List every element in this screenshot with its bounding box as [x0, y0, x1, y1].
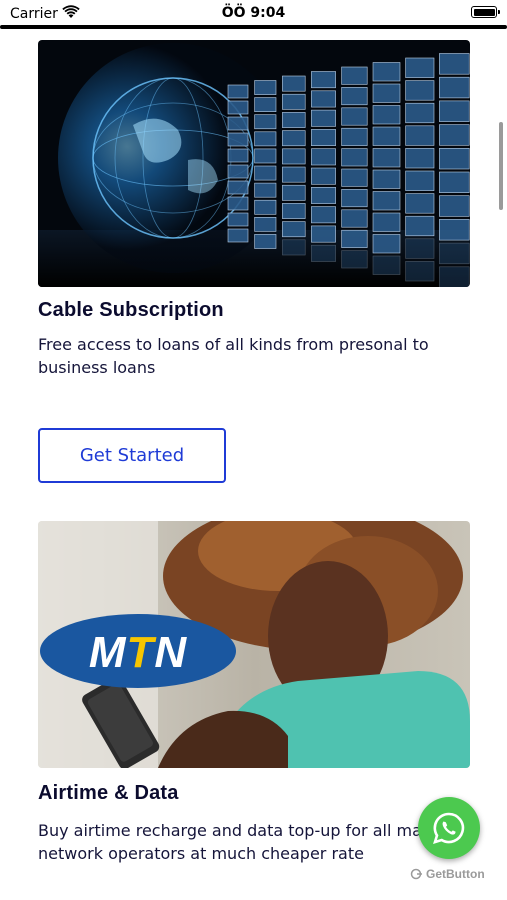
get-started-button[interactable]: Get Started	[38, 428, 226, 483]
battery-icon	[471, 6, 500, 18]
status-bar: Carrier ÖÖ 9:04	[0, 0, 507, 28]
card-description: Free access to loans of all kinds from p…	[38, 335, 429, 377]
whatsapp-chat-button[interactable]	[418, 797, 480, 859]
tv-wall-globe-image	[38, 40, 470, 287]
whatsapp-icon	[433, 812, 465, 844]
scrollbar[interactable]	[499, 122, 503, 210]
service-card-cable: Cable Subscription Free access to loans …	[38, 40, 470, 379]
card-title: Cable Subscription	[38, 299, 224, 321]
getbutton-logo-icon	[410, 868, 422, 880]
mtn-logo: MTN	[89, 628, 188, 677]
service-card-airtime: MTN Airtime & Data Buy airtime recharge …	[38, 521, 470, 865]
card-description: Buy airtime recharge and data top-up for…	[38, 821, 443, 863]
header-divider	[0, 25, 507, 29]
getbutton-label: GetButton	[426, 867, 485, 881]
status-time: ÖÖ 9:04	[221, 5, 286, 21]
getbutton-branding[interactable]: GetButton	[410, 867, 485, 881]
mtn-woman-phone-image: MTN	[38, 521, 470, 768]
card-title: Airtime & Data	[38, 782, 179, 804]
